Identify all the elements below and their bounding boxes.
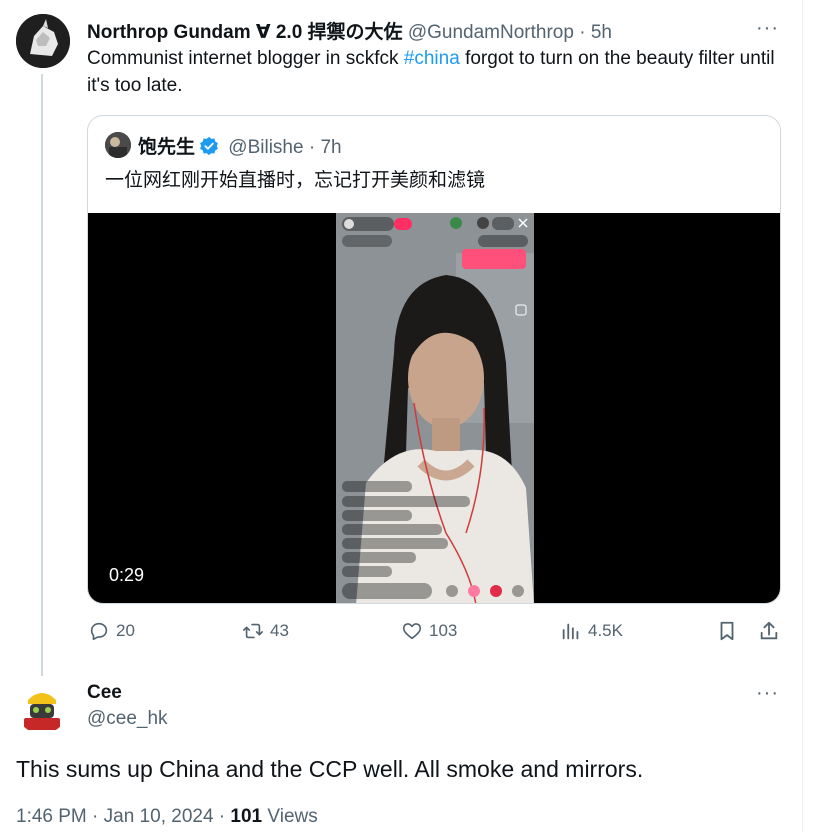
quote-time[interactable]: · 7h	[309, 137, 342, 158]
reply-author-avatar[interactable]	[16, 682, 68, 734]
hashtag-link[interactable]: #china	[404, 48, 460, 69]
thread-line	[41, 74, 43, 676]
tweet-header: Northrop Gundam ∀ 2.0 捍禦の大佐 @GundamNorth…	[87, 17, 612, 44]
video-duration: 0:29	[109, 565, 145, 585]
author-name[interactable]: Northrop Gundam ∀ 2.0 捍禦の大佐	[87, 22, 403, 43]
quoted-tweet[interactable]: 饱先生 @Bilishe · 7h 一位网红刚开始直播时，忘记打开美颜和滤镜 0…	[87, 115, 781, 604]
reply-button[interactable]: 20	[88, 620, 135, 642]
tweet-text: Communist internet blogger in sckfck #ch…	[87, 45, 787, 99]
view-count: 4.5K	[588, 621, 623, 640]
reply-timestamp[interactable]: 1:46 PM · Jan 10, 2024 ·	[16, 806, 230, 827]
column-border	[802, 0, 803, 832]
quote-header: 饱先生 @Bilishe · 7h	[138, 132, 342, 159]
retweet-icon	[243, 623, 263, 639]
author-handle[interactable]: @GundamNorthrop	[408, 22, 574, 43]
tweet-time[interactable]: · 5h	[579, 22, 612, 43]
bookmark-icon	[720, 621, 734, 641]
quote-author-name[interactable]: 饱先生	[138, 137, 195, 158]
video-player[interactable]: 0:29	[88, 213, 780, 603]
reply-count: 20	[116, 621, 135, 640]
reply-author-name[interactable]: Cee	[87, 682, 122, 704]
bookmark-button[interactable]	[716, 620, 744, 642]
reply-meta: 1:46 PM · Jan 10, 2024 · 101 Views	[16, 806, 318, 828]
retweet-count: 43	[270, 621, 289, 640]
reply-text: This sums up China and the CCP well. All…	[16, 756, 644, 782]
more-options-icon[interactable]: ···	[756, 17, 779, 40]
quote-text: 一位网红刚开始直播时，忘记打开美颜和滤镜	[105, 170, 486, 191]
analytics-icon	[562, 623, 579, 640]
author-avatar[interactable]	[16, 14, 70, 68]
retweet-button[interactable]: 43	[242, 620, 289, 642]
reply-icon	[90, 622, 108, 641]
share-icon	[760, 621, 778, 640]
quote-author-avatar[interactable]	[105, 132, 131, 158]
like-count: 103	[429, 621, 458, 640]
verified-badge-icon	[199, 136, 219, 156]
tweet-text-part: Communist internet blogger in sckfck	[87, 48, 404, 69]
video-frame	[336, 213, 534, 603]
tweet-actions: 20 43 103 4.5K	[0, 620, 800, 646]
share-button[interactable]	[758, 620, 786, 642]
reply-views-count: 101	[230, 806, 263, 827]
heart-icon	[402, 623, 422, 640]
like-button[interactable]: 103	[401, 620, 457, 642]
reply-more-options-icon[interactable]: ···	[756, 682, 779, 705]
quote-author-handle[interactable]: @Bilishe	[228, 137, 303, 158]
views-button[interactable]: 4.5K	[560, 620, 623, 642]
reply-views-label: Views	[262, 806, 318, 827]
reply-author-handle[interactable]: @cee_hk	[87, 708, 168, 730]
